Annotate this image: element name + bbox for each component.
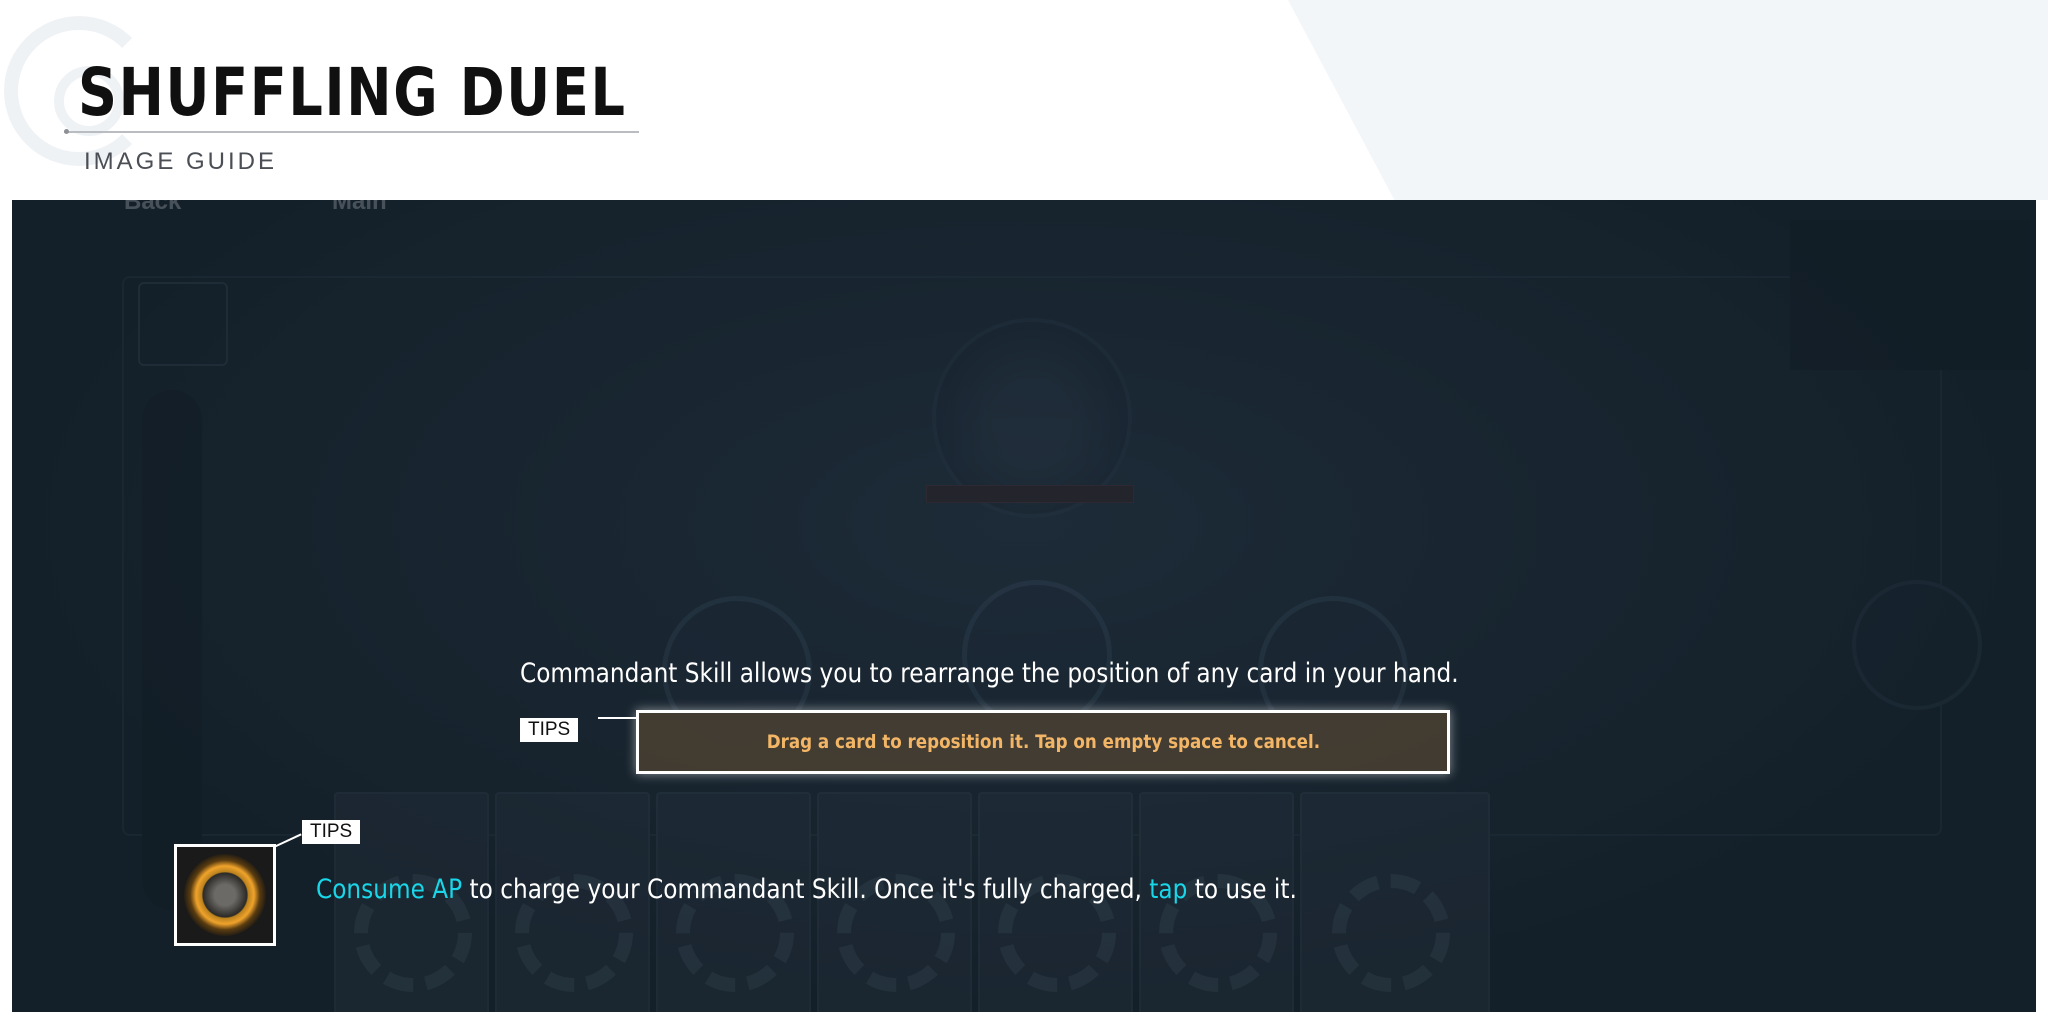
main-button[interactable]: Main	[332, 200, 387, 216]
ap-gauge	[142, 390, 202, 910]
game-screenshot: Back Main Commandant Skill allows you to…	[12, 200, 2036, 1012]
objectives-panel	[1790, 220, 2030, 370]
menu-button[interactable]	[138, 282, 228, 366]
page-title: SHUFFLING DUEL	[78, 54, 627, 131]
skill-tip-text: Consume AP to charge your Commandant Ski…	[316, 874, 1297, 905]
title-divider	[64, 129, 639, 134]
tips-label: TIPS	[302, 820, 361, 844]
gear-icon	[1332, 874, 1450, 992]
back-button[interactable]: Back	[124, 200, 181, 216]
enemy-hp-bar	[926, 485, 1134, 503]
hint-text: Drag a card to reposition it. Tap on emp…	[766, 731, 1320, 753]
skill-tip-middle: to charge your Commandant Skill. Once it…	[462, 874, 1150, 905]
hand-card[interactable]	[1300, 792, 1490, 1012]
skill-tip-end: to use it.	[1187, 874, 1297, 905]
header-background-shape	[1288, 0, 2048, 200]
tips-label: TIPS	[520, 718, 579, 742]
consume-ap-highlight: Consume AP	[316, 874, 463, 905]
end-turn-button[interactable]	[1852, 580, 1982, 710]
tutorial-instruction: Commandant Skill allows you to rearrange…	[520, 658, 1459, 689]
tips-connector	[598, 717, 638, 719]
tap-highlight: tap	[1149, 874, 1188, 905]
unit-slot-center	[962, 580, 1112, 730]
skill-charge-ring	[184, 854, 266, 936]
page-subtitle: IMAGE GUIDE	[84, 148, 278, 175]
hint-box: Drag a card to reposition it. Tap on emp…	[636, 710, 1450, 774]
commandant-skill-icon[interactable]	[174, 844, 276, 946]
